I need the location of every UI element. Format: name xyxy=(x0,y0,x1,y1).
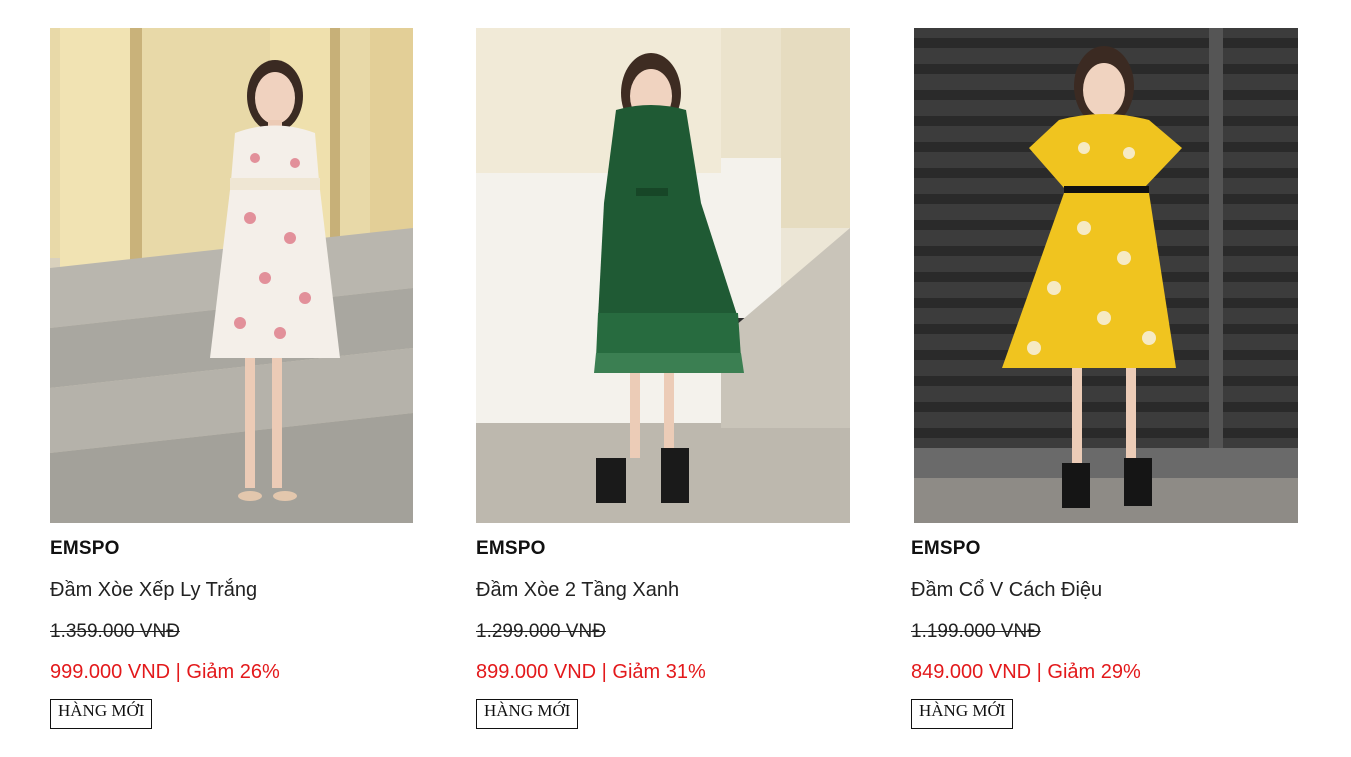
product-card-yellow-vneck-dress: EMSPO Đầm Cổ V Cách Điệu 1.199.000 VNĐ 8… xyxy=(911,28,1298,729)
product-name[interactable]: Đầm Xòe 2 Tầng Xanh xyxy=(476,579,679,602)
product-brand[interactable]: EMSPO xyxy=(476,538,546,560)
product-brand[interactable]: EMSPO xyxy=(911,538,981,560)
price-separator: | xyxy=(596,661,613,683)
product-image-green-tiered-dress[interactable] xyxy=(476,28,850,523)
original-price: 1.359.000 VNĐ xyxy=(50,621,180,642)
product-image-yellow-vneck-dress[interactable] xyxy=(914,28,1298,523)
original-price: 1.299.000 VNĐ xyxy=(476,621,606,642)
product-brand[interactable]: EMSPO xyxy=(50,538,120,560)
yellow-vneck-dress-photo xyxy=(914,28,1298,523)
price-separator: | xyxy=(1031,661,1048,683)
product-name[interactable]: Đầm Xòe Xếp Ly Trắng xyxy=(50,579,257,602)
sale-price-line: 899.000 VND | Giảm 31% xyxy=(476,661,706,684)
discount-label: Giảm 31% xyxy=(612,661,706,683)
discount-label: Giảm 26% xyxy=(186,661,280,683)
new-arrival-badge[interactable]: HÀNG MỚI xyxy=(476,699,579,729)
product-image-white-floral-dress[interactable] xyxy=(50,28,413,523)
white-floral-dress-photo xyxy=(50,28,413,523)
sale-price: 849.000 VND xyxy=(911,661,1032,683)
original-price: 1.199.000 VNĐ xyxy=(911,621,1041,642)
green-tiered-dress-photo xyxy=(476,28,850,523)
price-separator: | xyxy=(170,661,187,683)
new-arrival-badge[interactable]: HÀNG MỚI xyxy=(50,699,153,729)
new-arrival-badge[interactable]: HÀNG MỚI xyxy=(911,699,1014,729)
product-card-white-floral-dress: EMSPO Đầm Xòe Xếp Ly Trắng 1.359.000 VNĐ… xyxy=(50,28,413,729)
sale-price-line: 999.000 VND | Giảm 26% xyxy=(50,661,280,684)
sale-price-line: 849.000 VND | Giảm 29% xyxy=(911,661,1141,684)
product-card-green-tiered-dress: EMSPO Đầm Xòe 2 Tầng Xanh 1.299.000 VNĐ … xyxy=(476,28,850,729)
discount-label: Giảm 29% xyxy=(1047,661,1141,683)
product-name[interactable]: Đầm Cổ V Cách Điệu xyxy=(911,579,1102,602)
sale-price: 899.000 VND xyxy=(476,661,597,683)
sale-price: 999.000 VND xyxy=(50,661,171,683)
